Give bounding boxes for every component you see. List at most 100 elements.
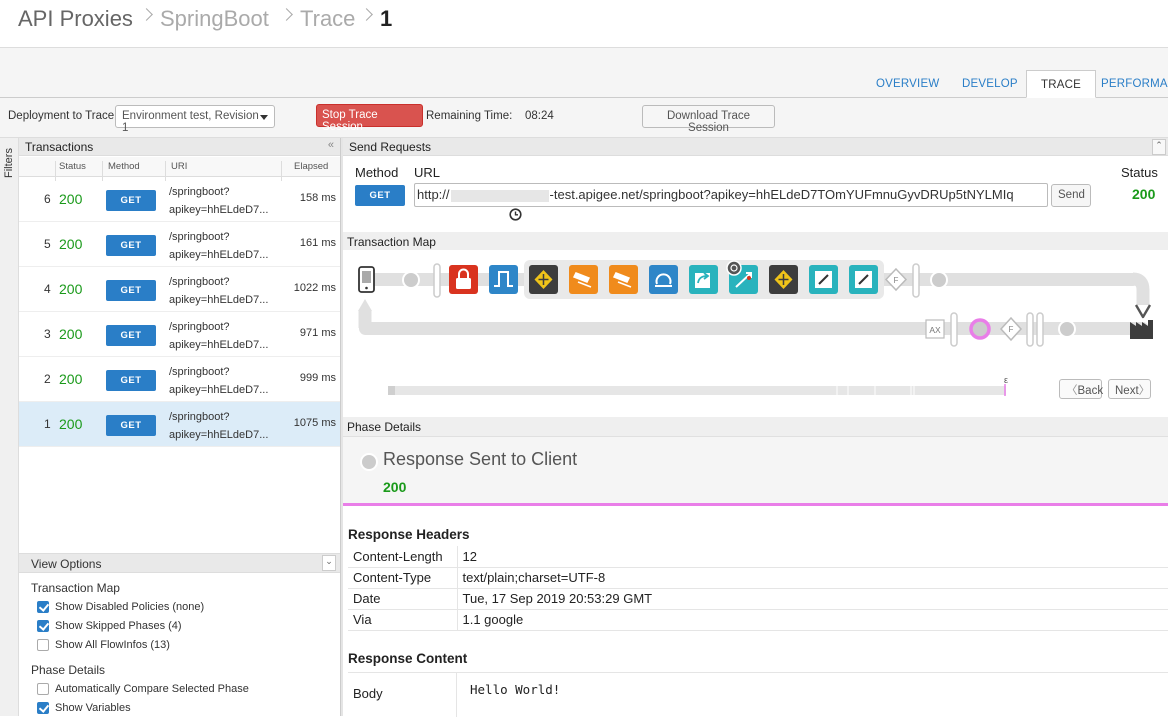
- flowinfo-diamond[interactable]: F: [884, 267, 908, 292]
- selected-phase-node[interactable]: [969, 318, 991, 340]
- back-button[interactable]: 〈Back: [1059, 379, 1104, 399]
- next-button[interactable]: Next〉: [1108, 379, 1151, 399]
- flow-separator: [912, 263, 920, 298]
- collapse-left-icon[interactable]: «: [328, 139, 334, 151]
- service-callout-policy-icon[interactable]: [689, 265, 718, 294]
- column-status[interactable]: Status: [59, 161, 86, 172]
- breadcrumb-trace[interactable]: Trace: [300, 6, 355, 32]
- transaction-method-badge: GET: [106, 415, 156, 436]
- flow-node[interactable]: [930, 271, 948, 289]
- phase-status: 200: [383, 479, 407, 495]
- response-content-box: Body Hello World!: [348, 672, 1168, 717]
- transaction-uri: /springboot? apikey=hhELdeD7...: [169, 318, 268, 354]
- collapse-down-icon[interactable]: ⌄: [322, 555, 336, 571]
- url-label: URL: [414, 165, 441, 180]
- response-header-row: Via 1.1 google: [348, 609, 1168, 631]
- checkbox-all-flowinfos[interactable]: [37, 639, 49, 651]
- loop-policy-icon[interactable]: [649, 265, 678, 294]
- checkbox-disabled-policies-label[interactable]: Show Disabled Policies (none): [55, 601, 204, 613]
- client-device-icon[interactable]: [358, 266, 375, 293]
- transaction-status: 200: [59, 236, 83, 252]
- transaction-uri-line2: apikey=hhELdeD7...: [169, 384, 269, 396]
- header-value: Tue, 17 Sep 2019 20:53:29 GMT: [457, 588, 1168, 610]
- transaction-row[interactable]: 5 200 GET/springboot? apikey=hhELdeD7... 161…: [19, 222, 340, 267]
- collapse-up-icon[interactable]: ⌃: [1152, 139, 1166, 155]
- phase-node-icon: [360, 453, 378, 471]
- view-options-header[interactable]: View Options ⌄: [19, 553, 340, 573]
- view-options-phase-section: Phase Details: [31, 663, 106, 677]
- tab-trace[interactable]: TRACE: [1026, 70, 1096, 98]
- transaction-elapsed: 999 ms: [299, 372, 336, 384]
- transaction-index: 3: [44, 327, 51, 341]
- flow-separator: [433, 263, 441, 298]
- javascript-policy-icon[interactable]: [849, 265, 878, 294]
- conditional-route-icon[interactable]: [769, 265, 798, 294]
- flow-callout-policy-icon[interactable]: [726, 260, 758, 294]
- transaction-status: 200: [59, 416, 83, 432]
- header-name: Date: [348, 588, 458, 610]
- tab-overview[interactable]: OVERVIEW: [876, 78, 939, 90]
- phase-details-title: Phase Details: [347, 420, 422, 434]
- transaction-row[interactable]: 1 200 GET/springboot? apikey=hhELdeD7... 107…: [19, 402, 340, 447]
- flowinfo-diamond[interactable]: F: [999, 316, 1023, 342]
- analytics-node[interactable]: AX: [925, 319, 945, 339]
- stop-trace-button[interactable]: Stop Trace Session: [316, 104, 423, 133]
- transactions-column-headers: Status Method URI Elapsed: [19, 157, 340, 181]
- transaction-row[interactable]: 6 200 GET/springboot? apikey=hhELdeD7... 158…: [19, 177, 340, 222]
- transaction-row[interactable]: 4 200 GET/springboot? apikey=hhELdeD7... 102…: [19, 267, 340, 312]
- breadcrumb-proxy[interactable]: SpringBoot: [160, 6, 269, 32]
- svg-text:F: F: [1009, 325, 1014, 334]
- transaction-uri-line1: /springboot?: [169, 186, 230, 198]
- spike-arrest-policy-icon[interactable]: [489, 265, 518, 294]
- flow-node[interactable]: [1058, 320, 1076, 338]
- method-selector[interactable]: GET: [355, 185, 405, 206]
- transaction-method-badge: GET: [106, 370, 156, 391]
- redacted-host: [450, 189, 549, 202]
- timeline-bar[interactable]: ε: [388, 375, 1008, 396]
- tab-develop[interactable]: DEVELOP: [962, 78, 1018, 90]
- checkbox-show-variables[interactable]: [37, 702, 49, 714]
- transaction-row[interactable]: 3 200 GET/springboot? apikey=hhELdeD7... 971…: [19, 312, 340, 357]
- flow-node[interactable]: [402, 271, 420, 289]
- column-elapsed[interactable]: Elapsed: [294, 161, 328, 172]
- deployment-select[interactable]: Environment test, Revision 1: [115, 105, 275, 134]
- verify-apikey-policy-icon[interactable]: [449, 265, 478, 294]
- filters-toggle[interactable]: Filters: [0, 138, 19, 716]
- transaction-map: F AX F ε: [343, 250, 1168, 417]
- transaction-elapsed: 158 ms: [299, 192, 336, 204]
- clock-icon: [509, 208, 522, 221]
- transaction-row[interactable]: 2 200 GET/springboot? apikey=hhELdeD7... 999…: [19, 357, 340, 402]
- back-button-label: Back: [1077, 385, 1104, 397]
- checkbox-disabled-policies[interactable]: [37, 601, 49, 613]
- body-value[interactable]: Hello World!: [470, 682, 560, 697]
- transaction-status: 200: [59, 191, 83, 207]
- url-input[interactable]: http:// -test.apigee.net/springboot?apike…: [414, 183, 1048, 207]
- checkbox-show-variables-label[interactable]: Show Variables: [55, 702, 131, 714]
- deployment-label: Deployment to Trace: [8, 110, 115, 122]
- transaction-map-svg: F AX F ε: [358, 260, 1153, 396]
- transaction-method-badge: GET: [106, 325, 156, 346]
- transaction-elapsed: 161 ms: [299, 237, 336, 249]
- checkbox-skipped-phases[interactable]: [37, 620, 49, 632]
- svg-text:AX: AX: [929, 325, 941, 335]
- method-label: Method: [355, 165, 399, 180]
- view-options-map-section: Transaction Map: [31, 581, 120, 595]
- checkbox-auto-compare[interactable]: [37, 683, 49, 695]
- response-header-row: Content-Type text/plain;charset=UTF-8: [348, 567, 1168, 589]
- breadcrumb-api-proxies[interactable]: API Proxies: [18, 6, 133, 32]
- checkbox-all-flowinfos-label[interactable]: Show All FlowInfos (13): [55, 639, 170, 651]
- phase-summary: Response Sent to Client 200: [343, 437, 1168, 503]
- javascript-policy-icon[interactable]: [809, 265, 838, 294]
- column-uri[interactable]: URI: [171, 161, 187, 172]
- extract-variables-policy-icon[interactable]: [569, 265, 598, 294]
- column-method[interactable]: Method: [108, 161, 140, 172]
- transaction-uri-line2: apikey=hhELdeD7...: [169, 294, 269, 306]
- transaction-uri: /springboot? apikey=hhELdeD7...: [169, 183, 268, 219]
- checkbox-auto-compare-label[interactable]: Automatically Compare Selected Phase: [55, 683, 249, 695]
- download-trace-button[interactable]: Download Trace Session: [642, 105, 775, 134]
- send-button[interactable]: Send: [1051, 184, 1091, 207]
- conditional-route-icon[interactable]: [529, 265, 558, 294]
- tab-performance[interactable]: PERFORMAN: [1101, 78, 1168, 90]
- checkbox-skipped-phases-label[interactable]: Show Skipped Phases (4): [55, 620, 182, 632]
- assign-message-policy-icon[interactable]: [609, 265, 638, 294]
